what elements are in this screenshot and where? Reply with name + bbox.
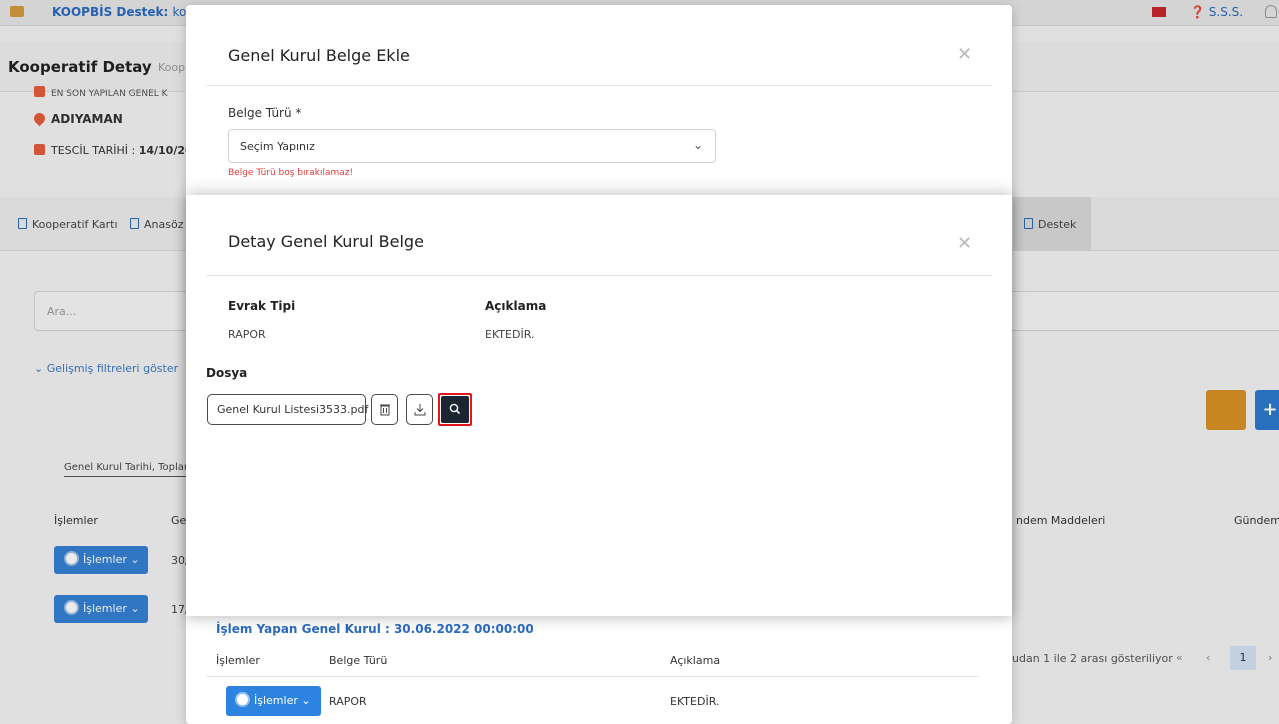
download-icon <box>414 404 426 416</box>
evrak-tipi-value: RAPOR <box>228 328 266 341</box>
belge-turu-select[interactable]: Seçim Yapınız ⌄ <box>228 129 716 163</box>
divider <box>206 85 992 86</box>
gear-icon <box>237 694 248 705</box>
modal-title: Genel Kurul Belge Ekle <box>228 46 410 65</box>
modal-title: Detay Genel Kurul Belge <box>228 232 424 251</box>
header-belge-turu: Belge Türü <box>329 654 388 667</box>
validation-error: Belge Türü boş bırakılamaz! <box>228 168 354 178</box>
aciklama-value: EKTEDİR. <box>485 328 535 341</box>
cell-aciklama: EKTEDİR. <box>670 695 720 708</box>
download-file-button[interactable] <box>406 394 433 425</box>
file-name-field: Genel Kurul Listesi3533.pdf <box>207 394 368 425</box>
islem-genel-kurul-title: İşlem Yapan Genel Kurul : 30.06.2022 00:… <box>216 622 534 636</box>
divider <box>206 676 980 677</box>
belge-turu-label: Belge Türü * <box>228 106 302 120</box>
delete-file-button[interactable] <box>371 394 398 425</box>
row-actions-button[interactable]: İşlemler ⌄ <box>226 686 321 716</box>
close-icon[interactable]: ✕ <box>957 46 972 64</box>
view-file-button[interactable] <box>438 393 472 426</box>
trash-icon <box>380 404 390 416</box>
select-value: Seçim Yapınız <box>240 140 315 153</box>
dosya-label: Dosya <box>206 366 248 380</box>
header-aciklama: Açıklama <box>670 654 721 667</box>
chevron-down-icon: ⌄ <box>692 138 703 152</box>
search-icon <box>449 403 461 415</box>
close-icon[interactable]: ✕ <box>957 235 972 253</box>
header-islemler: İşlemler <box>216 654 260 667</box>
aciklama-label: Açıklama <box>485 299 547 313</box>
cell-belge-turu: RAPOR <box>329 695 367 708</box>
detay-belge-modal: Detay Genel Kurul Belge ✕ Evrak Tipi Açı… <box>186 195 1012 616</box>
divider <box>206 275 992 276</box>
evrak-tipi-label: Evrak Tipi <box>228 299 296 313</box>
